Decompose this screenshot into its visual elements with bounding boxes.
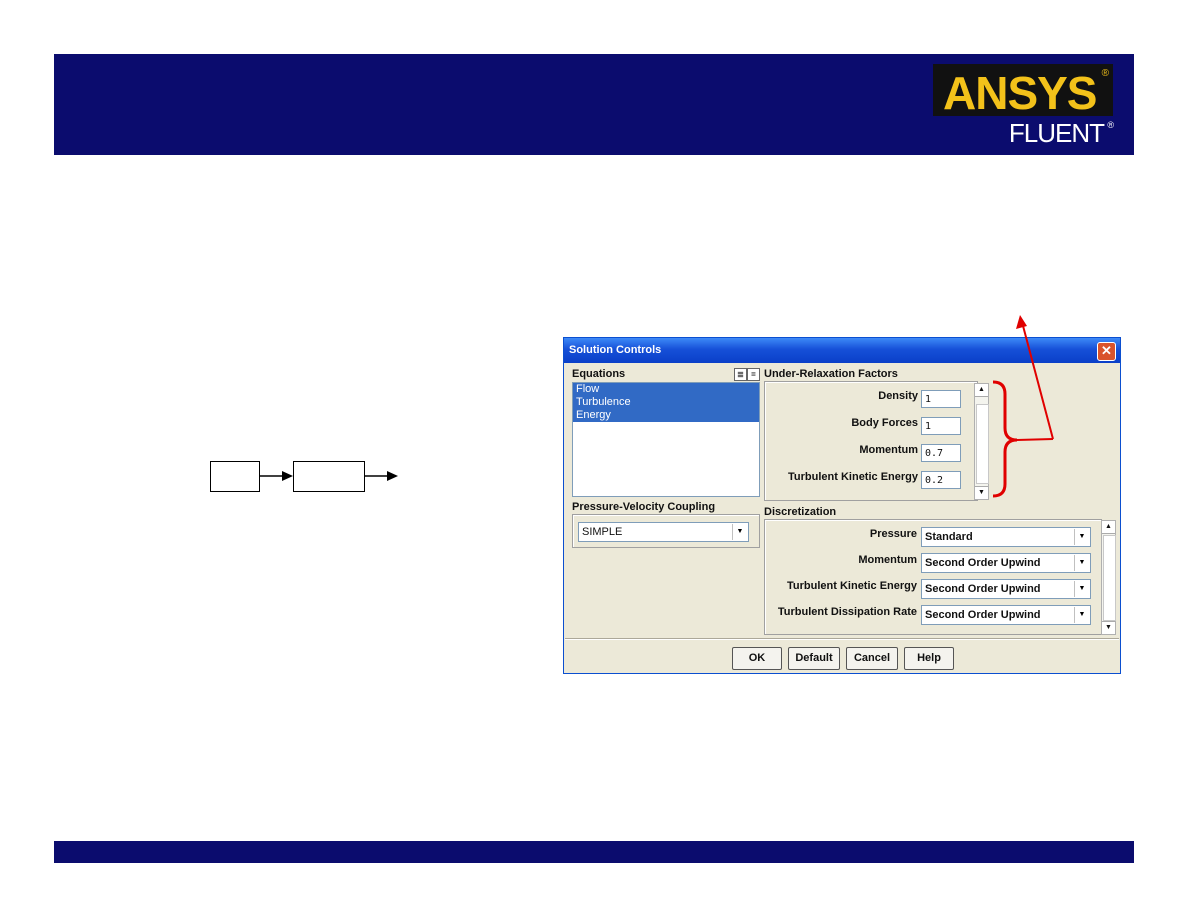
discretization-label: Discretization (764, 506, 837, 518)
urf-tke-field[interactable]: 0.2 (921, 471, 961, 489)
button-separator (565, 638, 1119, 640)
urf-density-label: Density (878, 390, 918, 402)
equations-label: Equations (572, 368, 626, 380)
annotation-arrow-shaft (1021, 321, 1054, 440)
logo-brand: ANSYS (943, 67, 1097, 119)
disc-momentum-label: Momentum (858, 554, 917, 566)
chevron-down-icon[interactable]: ▼ (1074, 607, 1089, 623)
equation-item-turbulence[interactable]: Turbulence (573, 396, 759, 409)
deselect-all-button[interactable]: = (747, 368, 760, 381)
disc-momentum-select[interactable]: Second Order Upwind ▼ (921, 553, 1091, 573)
disc-pressure-label: Pressure (869, 528, 917, 540)
annotation-arrowhead (1016, 315, 1027, 329)
discretization-scrollbar[interactable]: ▲ ▼ (1101, 520, 1116, 635)
logo-product: FLUENT (1008, 118, 1105, 148)
annotation-brace (992, 380, 1018, 498)
footer-banner (54, 841, 1134, 863)
dialog-title: Solution Controls (569, 344, 662, 356)
urf-label: Under-Relaxation Factors (764, 368, 898, 380)
diagram-box-1 (210, 461, 260, 492)
disc-tke-label: Turbulent Kinetic Energy (787, 580, 917, 592)
equation-item-flow[interactable]: Flow (573, 383, 759, 396)
close-icon: ✕ (1101, 343, 1112, 358)
annotation-brace-arrow (992, 315, 1054, 498)
default-button[interactable]: Default (788, 647, 840, 670)
select-all-button[interactable]: ≣ (734, 368, 747, 381)
diagram-arrowhead-2 (387, 471, 398, 481)
logo-reg-mark: ® (1101, 68, 1109, 79)
scroll-down-icon[interactable]: ▼ (1102, 621, 1115, 634)
disc-tdr-select[interactable]: Second Order Upwind ▼ (921, 605, 1091, 625)
disc-pressure-select[interactable]: Standard ▼ (921, 527, 1091, 547)
pvc-label: Pressure-Velocity Coupling (572, 501, 716, 513)
disc-tdr-label: Turbulent Dissipation Rate (777, 606, 917, 618)
close-button[interactable]: ✕ (1097, 342, 1116, 361)
chevron-down-icon[interactable]: ▼ (732, 524, 747, 540)
discretization-scroll-thumb[interactable] (1103, 535, 1116, 621)
ok-button[interactable]: OK (732, 647, 782, 670)
logo-product-reg-mark: ® (1107, 120, 1114, 130)
pvc-scheme-value: SIMPLE (582, 526, 623, 538)
disc-tdr-value: Second Order Upwind (925, 609, 1041, 621)
pvc-scheme-select[interactable]: SIMPLE ▼ (578, 522, 749, 542)
chevron-down-icon[interactable]: ▼ (1074, 529, 1089, 545)
diagram-arrows (260, 471, 398, 481)
cancel-button[interactable]: Cancel (846, 647, 898, 670)
deselect-all-icon: = (751, 370, 756, 379)
equation-item-energy[interactable]: Energy (573, 409, 759, 422)
help-button[interactable]: Help (904, 647, 954, 670)
equations-list[interactable]: Flow Turbulence Energy (572, 382, 760, 497)
ansys-fluent-logo: ANSYS ® FLUENT ® (926, 58, 1118, 150)
select-all-icon: ≣ (737, 370, 744, 379)
logo-plate: ANSYS ® (933, 64, 1113, 119)
disc-pressure-value: Standard (925, 531, 973, 543)
urf-momentum-label: Momentum (859, 444, 918, 456)
chevron-down-icon[interactable]: ▼ (1074, 555, 1089, 571)
disc-tke-value: Second Order Upwind (925, 583, 1041, 595)
urf-momentum-field[interactable]: 0.7 (921, 444, 961, 462)
scroll-up-icon[interactable]: ▲ (1102, 521, 1115, 534)
diagram-arrowhead-1 (282, 471, 293, 481)
urf-density-field[interactable]: 1 (921, 390, 961, 408)
chevron-down-icon[interactable]: ▼ (1074, 581, 1089, 597)
urf-body-forces-field[interactable]: 1 (921, 417, 961, 435)
urf-tke-label: Turbulent Kinetic Energy (788, 471, 918, 483)
annotation-arrow-line (1016, 438, 1054, 441)
urf-body-forces-label: Body Forces (851, 417, 918, 429)
disc-tke-select[interactable]: Second Order Upwind ▼ (921, 579, 1091, 599)
disc-momentum-value: Second Order Upwind (925, 557, 1041, 569)
